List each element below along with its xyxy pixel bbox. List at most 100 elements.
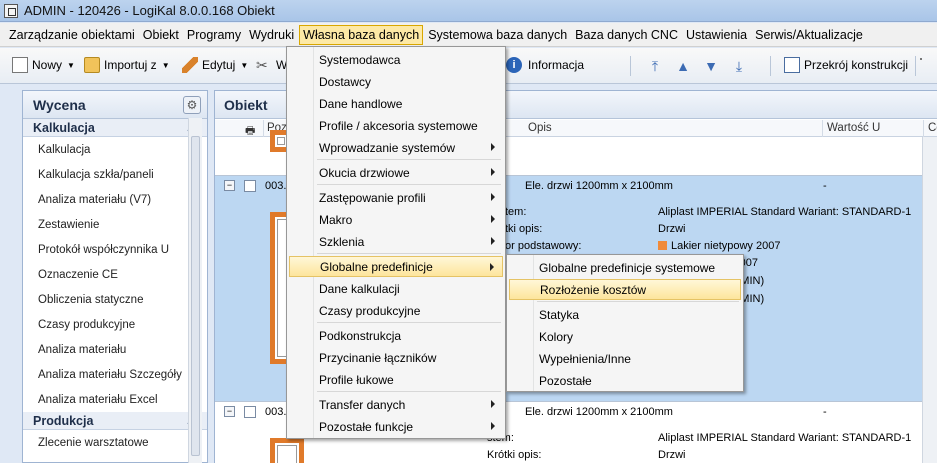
menu-item-dane-handlowe[interactable]: Dane handlowe (289, 93, 503, 114)
color-name: Lakier nietypowy 2007 (671, 240, 781, 252)
row-value: - (823, 406, 827, 418)
menu-item-zastepowanie-profili[interactable]: Zastępowanie profili (289, 187, 503, 208)
column-extra[interactable]: Ce (928, 122, 937, 134)
new-button[interactable]: Nowy ▼ (12, 57, 75, 73)
group-kalkulacja[interactable]: Kalkulacja (23, 119, 207, 137)
menu-programy[interactable]: Programy (184, 25, 244, 45)
nav-item[interactable]: Protokół współczynnika U (23, 237, 207, 262)
nav-item[interactable]: Kalkulacja szkła/paneli (23, 162, 207, 187)
row-pos: 003. (265, 180, 287, 192)
import-button[interactable]: Importuj z ▼ (84, 57, 170, 73)
menu-wlasna-baza-danych[interactable]: Własna baza danych (299, 24, 424, 45)
move-up-icon[interactable]: ▲ (674, 57, 692, 75)
menu-item-dane-kalkulacji[interactable]: Dane kalkulacji (289, 278, 503, 299)
nav-item[interactable]: Analiza materiału Szczegóły (23, 362, 207, 387)
submenu-arrow-icon (491, 422, 495, 430)
cut-button[interactable]: ✂ W (256, 57, 287, 73)
scroll-thumb[interactable] (191, 136, 200, 456)
detail-value: Aliplast IMPERIAL Standard Wariant: STAN… (658, 432, 912, 444)
gear-icon[interactable]: ⚙ (183, 96, 201, 114)
new-document-icon (12, 57, 28, 73)
column-wartosc-u[interactable]: Wartość U (827, 122, 880, 134)
menu-wydruki[interactable]: Wydruki (246, 25, 297, 45)
submenu-item-statyka[interactable]: Statyka (509, 304, 741, 325)
submenu-item-pozostale[interactable]: Pozostałe (509, 370, 741, 391)
chevron-down-icon: ▼ (240, 60, 249, 70)
move-bottom-icon[interactable]: ⤓ (730, 57, 748, 75)
nav-item[interactable]: Czasy produkcyjne (23, 312, 207, 337)
collapse-row-icon[interactable]: − (224, 406, 235, 417)
menu-serwis-aktualizacje[interactable]: Serwis/Aktualizacje (752, 25, 866, 45)
menu-item-podkonstrukcja[interactable]: Podkonstrukcja (289, 325, 503, 346)
row-desc: Ele. drzwi 1200mm x 2100mm (525, 180, 673, 192)
menu-item-profile-lukowe[interactable]: Profile łukowe (289, 369, 503, 390)
left-panel-wycena: Wycena ⚙ Kalkulacja Kalkulacja Kalkulacj… (22, 90, 208, 463)
info-button[interactable]: i Informacja (506, 57, 584, 73)
submenu-arrow-icon (491, 193, 495, 201)
collapse-row-icon[interactable]: − (224, 180, 235, 191)
menu-item-okucia-drzwiowe[interactable]: Okucia drzwiowe (289, 162, 503, 183)
grid-icon[interactable] (920, 58, 922, 60)
window-title: ADMIN - 120426 - LogiKal 8.0.0.168 Obiek… (24, 3, 275, 18)
column-opis[interactable]: Opis (528, 122, 552, 134)
pencil-icon (182, 57, 198, 73)
menu-item-systemodawca[interactable]: Systemodawca (289, 49, 503, 70)
menu-item-makro[interactable]: Makro (289, 209, 503, 230)
submenu-arrow-icon (491, 215, 495, 223)
menu-item-profile-akcesoria[interactable]: Profile / akcesoria systemowe (289, 115, 503, 136)
main-panel-scrollbar[interactable] (922, 137, 937, 463)
chevron-down-icon: ▼ (67, 60, 75, 70)
submenu-item-wypelnienia-inne[interactable]: Wypełnienia/Inne (509, 348, 741, 369)
menu-item-pozostale-funkcje[interactable]: Pozostałe funkcje (289, 416, 503, 437)
nav-item[interactable]: Zestawienie (23, 212, 207, 237)
group-label: Kalkulacja (33, 120, 95, 135)
row-checkbox[interactable] (244, 180, 256, 192)
submenu-globalne-predefinicje: Globalne predefinicje systemowe Rozłożen… (506, 254, 744, 392)
menu-item-wprowadzanie-systemow[interactable]: Wprowadzanie systemów (289, 137, 503, 158)
submenu-item-globalne-predefinicje-systemowe[interactable]: Globalne predefinicje systemowe (509, 257, 741, 278)
detail-label: tki opis: (505, 223, 543, 235)
row-checkbox[interactable] (244, 406, 256, 418)
title-bar: ADMIN - 120426 - LogiKal 8.0.0.168 Obiek… (0, 0, 937, 22)
info-icon: i (506, 57, 522, 73)
move-down-icon[interactable]: ▼ (702, 57, 720, 75)
menu-item-czasy-produkcyjne[interactable]: Czasy produkcyjne (289, 300, 503, 321)
menu-item-transfer-danych[interactable]: Transfer danych (289, 394, 503, 415)
group-produkcja[interactable]: Produkcja (23, 412, 207, 430)
row-desc: Ele. drzwi 1200mm x 2100mm (525, 406, 673, 418)
nav-item[interactable]: Obliczenia statyczne (23, 287, 207, 312)
menu-ustawienia[interactable]: Ustawienia (683, 25, 750, 45)
menu-obiekt[interactable]: Obiekt (140, 25, 182, 45)
submenu-arrow-icon (491, 143, 495, 151)
nav-item[interactable]: Analiza materiału Excel (23, 387, 207, 412)
nav-item[interactable]: Zlecenie warsztatowe (23, 430, 207, 455)
cross-section-button[interactable]: Przekrój konstrukcji (784, 57, 908, 73)
menu-item-globalne-predefinicje[interactable]: Globalne predefinicje (289, 256, 503, 277)
submenu-item-rozlozenie-kosztow[interactable]: Rozłożenie kosztów (509, 279, 741, 300)
submenu-arrow-icon (490, 263, 494, 271)
group-label: Produkcja (33, 413, 94, 428)
left-panel-scrollbar[interactable] (188, 118, 202, 463)
menu-item-szklenia[interactable]: Szklenia (289, 231, 503, 252)
nav-item[interactable]: Analiza materiału (23, 337, 207, 362)
toolbar-separator (915, 56, 916, 76)
move-top-icon[interactable]: ⤒ (646, 57, 664, 75)
nav-item[interactable]: Kalkulacja (23, 137, 207, 162)
menu-bar: Zarządzanie obiektami Obiekt Programy Wy… (0, 23, 937, 47)
menu-item-przycinanie-lacznikow[interactable]: Przycinanie łączników (289, 347, 503, 368)
color-swatch (658, 241, 667, 250)
menu-baza-danych-cnc[interactable]: Baza danych CNC (572, 25, 681, 45)
nav-item[interactable]: Oznaczenie CE (23, 262, 207, 287)
scissors-icon: ✂ (256, 57, 268, 73)
menu-item-dostawcy[interactable]: Dostawcy (289, 71, 503, 92)
import-label: Importuj z (104, 58, 157, 72)
menu-zarzadzanie-obiektami[interactable]: Zarządzanie obiektami (6, 25, 138, 45)
app-icon (4, 3, 18, 18)
nav-item[interactable]: Analiza materiału (V7) (23, 187, 207, 212)
detail-value: Drzwi (658, 223, 686, 235)
menu-systemowa-baza-danych[interactable]: Systemowa baza danych (425, 25, 570, 45)
row-value: - (823, 180, 827, 192)
edit-button[interactable]: Edytuj ▼ (182, 57, 248, 73)
submenu-item-kolory[interactable]: Kolory (509, 326, 741, 347)
edit-label: Edytuj (202, 58, 236, 72)
